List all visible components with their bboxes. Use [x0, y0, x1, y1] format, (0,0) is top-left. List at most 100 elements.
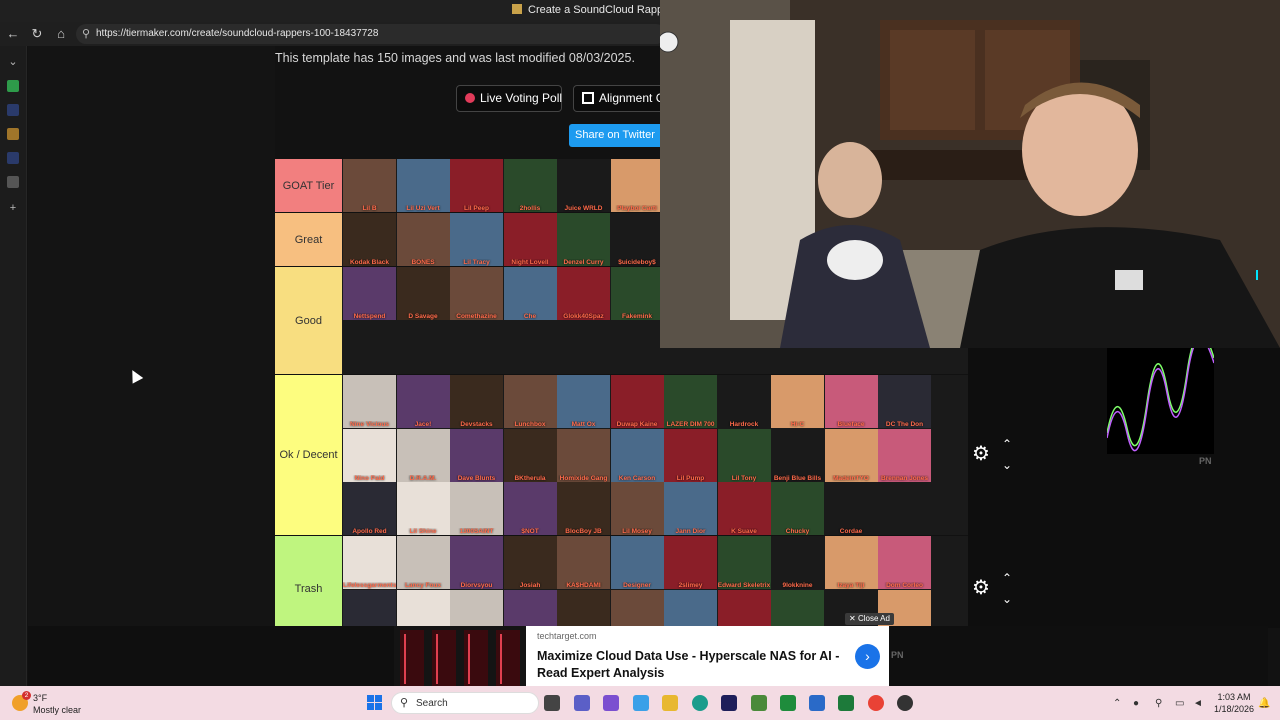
- tier-item[interactable]: [503, 589, 557, 626]
- copilot-icon[interactable]: [633, 695, 649, 711]
- tier-item[interactable]: Designer: [610, 536, 664, 589]
- tier-item[interactable]: BKtherula: [503, 428, 557, 482]
- tier-item[interactable]: 2slimey: [664, 536, 717, 589]
- tier-label[interactable]: Ok / Decent: [275, 375, 342, 535]
- tier-item[interactable]: Lil Uzi Vert: [396, 159, 450, 212]
- tier-item[interactable]: BONES: [396, 213, 450, 266]
- tier-item[interactable]: Night Lovell: [503, 213, 557, 266]
- tier-item[interactable]: LAZER DIM 700: [664, 375, 717, 428]
- tier-label[interactable]: Good: [275, 267, 342, 374]
- tier-item[interactable]: Kodak Black: [343, 213, 396, 266]
- tier-item[interactable]: 1300SAINT: [450, 482, 503, 535]
- tier-item[interactable]: KA$HDAMI: [557, 536, 610, 589]
- tier-item[interactable]: Lil Shine: [396, 482, 450, 535]
- tier-item[interactable]: Lil Tony: [717, 428, 771, 482]
- network-icon[interactable]: ▭: [1175, 698, 1184, 709]
- tier-item[interactable]: $NOT: [503, 482, 557, 535]
- tier-item[interactable]: Devstacks: [450, 375, 503, 428]
- tier-item[interactable]: Dave Blunts: [450, 428, 503, 482]
- tier-label[interactable]: Great: [275, 213, 342, 266]
- tier-item[interactable]: Jace!: [396, 375, 450, 428]
- tier-item[interactable]: Edward Skeletrix: [717, 536, 771, 589]
- tier-item[interactable]: Brennan Jones: [878, 428, 931, 482]
- tier-item[interactable]: Ken Carson: [610, 428, 664, 482]
- file-explorer-icon[interactable]: [662, 695, 678, 711]
- tier-item[interactable]: Dom Corleo: [878, 536, 931, 589]
- ad-image[interactable]: [394, 626, 526, 686]
- tier-item[interactable]: $uicideboy$: [610, 213, 664, 266]
- address-bar[interactable]: ⚲ https://tiermaker.com/create/soundclou…: [76, 24, 666, 44]
- tier-item[interactable]: Diorvsyou: [450, 536, 503, 589]
- chevron-down-icon[interactable]: ⌄: [7, 56, 19, 68]
- tier-item[interactable]: Denzel Curry: [557, 213, 610, 266]
- app-icon[interactable]: [897, 695, 913, 711]
- tier-item[interactable]: [717, 589, 771, 626]
- tier-item[interactable]: BlocBoy JB: [557, 482, 610, 535]
- sidebar-app-icon[interactable]: [7, 152, 19, 164]
- tier-item[interactable]: Nettspend: [343, 267, 396, 320]
- tier-item[interactable]: Matt Ox: [557, 375, 610, 428]
- tier-item[interactable]: [557, 589, 610, 626]
- tier-item[interactable]: 9lokknine: [771, 536, 824, 589]
- tier-item[interactable]: Izaya Tiji: [824, 536, 878, 589]
- tier-label[interactable]: Trash: [275, 536, 342, 626]
- chevron-up-icon[interactable]: ⌃: [1113, 698, 1121, 709]
- tier-item[interactable]: [610, 589, 664, 626]
- tier-item[interactable]: [771, 589, 824, 626]
- windows-start-icon[interactable]: [367, 695, 383, 711]
- store-icon[interactable]: [809, 695, 825, 711]
- tier-item[interactable]: Lil Peep: [450, 159, 503, 212]
- volume-icon[interactable]: ◄: [1193, 698, 1203, 709]
- task-view-icon[interactable]: [544, 695, 560, 711]
- chevron-right-icon[interactable]: ›: [855, 644, 880, 669]
- tier-item[interactable]: Duwap Kaine: [610, 375, 664, 428]
- notification-icon[interactable]: 🔔: [1258, 698, 1270, 709]
- tier-item[interactable]: Hi-C: [771, 375, 824, 428]
- back-icon[interactable]: ←: [5, 26, 21, 42]
- tier-item[interactable]: Apollo Red: [343, 482, 396, 535]
- alignment-chart-button[interactable]: Alignment C: [573, 85, 660, 112]
- sidebar-app-icon[interactable]: [7, 128, 19, 140]
- close-ad-button[interactable]: ✕ Close Ad: [845, 613, 894, 625]
- tier-settings-gear-icon[interactable]: ⚙: [970, 443, 992, 465]
- tier-item[interactable]: Fakemink: [610, 267, 664, 320]
- tier-label[interactable]: GOAT Tier: [275, 159, 342, 212]
- tier-item[interactable]: Nine Vicious: [343, 375, 396, 428]
- tier-item[interactable]: Juice WRLD: [557, 159, 610, 212]
- tier-item[interactable]: Lil Mosey: [610, 482, 664, 535]
- tier-settings-gear-icon[interactable]: ⚙: [970, 577, 992, 599]
- sidebar-tab-icon[interactable]: [7, 176, 19, 188]
- premiere-icon[interactable]: [721, 695, 737, 711]
- tier-item[interactable]: Lil Pump: [664, 428, 717, 482]
- reload-icon[interactable]: ↻: [29, 26, 45, 42]
- tier-item[interactable]: Chucky: [771, 482, 824, 535]
- tier-item[interactable]: Nino Paid: [343, 428, 396, 482]
- home-icon[interactable]: ⌂: [53, 26, 69, 42]
- site-info-icon[interactable]: ⚲: [82, 27, 90, 40]
- taskbar-search[interactable]: ⚲ Search: [391, 692, 539, 714]
- live-voting-poll-button[interactable]: Live Voting Poll: [456, 85, 562, 112]
- tier-move-down-icon[interactable]: ⌄: [999, 459, 1015, 471]
- tray-app-icon[interactable]: ●: [1133, 698, 1139, 709]
- minecraft-icon[interactable]: [751, 695, 767, 711]
- tier-item[interactable]: DC The Don: [878, 375, 931, 428]
- tier-item[interactable]: D Savage: [396, 267, 450, 320]
- share-twitter-button[interactable]: Share on Twitter: [569, 124, 660, 147]
- tier-item[interactable]: [664, 589, 717, 626]
- tier-item[interactable]: Lunchbox: [503, 375, 557, 428]
- microphone-icon[interactable]: ⚲: [1155, 698, 1162, 709]
- tier-item[interactable]: Playboi Carti: [610, 159, 664, 212]
- tier-item[interactable]: Jann Dior: [664, 482, 717, 535]
- tier-item[interactable]: D.R.A.M.: [396, 428, 450, 482]
- chrome-icon[interactable]: [868, 695, 884, 711]
- sidebar-app-icon[interactable]: [7, 80, 19, 92]
- tier-item[interactable]: Glokk40Spaz: [557, 267, 610, 320]
- teams-icon[interactable]: [603, 695, 619, 711]
- tier-item[interactable]: Comethazine: [450, 267, 503, 320]
- plus-icon[interactable]: +: [7, 202, 19, 214]
- clock[interactable]: 1:03 AM 1/18/2026: [1212, 691, 1256, 715]
- tier-item[interactable]: Benji Blue Bills: [771, 428, 824, 482]
- tier-move-up-icon[interactable]: ⌃: [999, 438, 1015, 450]
- edge-icon[interactable]: [692, 695, 708, 711]
- tier-item[interactable]: Lil Tracy: [450, 213, 503, 266]
